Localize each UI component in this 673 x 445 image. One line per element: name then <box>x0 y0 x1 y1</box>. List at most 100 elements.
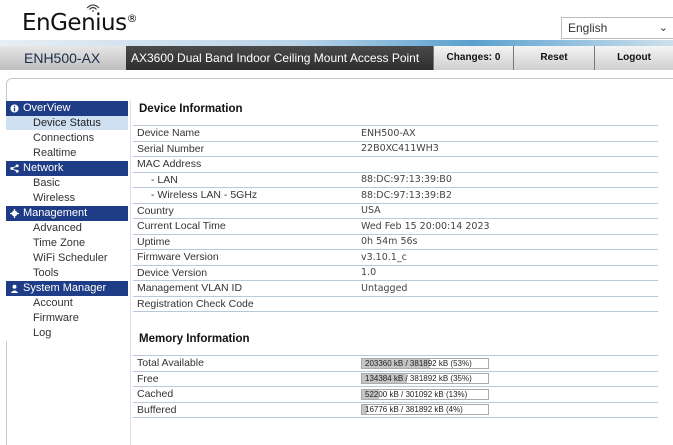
sidebar-item-time-zone[interactable]: Time Zone <box>6 236 128 251</box>
memory-info-label: Cached <box>133 386 357 403</box>
device-info-row: Current Local Time Wed Feb 15 20:00:14 20… <box>133 218 658 235</box>
sidebar-item-account[interactable]: Account <box>6 296 128 311</box>
device-info-value: 88:DC:97:13:39:B0 <box>357 172 658 188</box>
language-select[interactable]: English ⌄ <box>561 17 673 39</box>
memory-info-value: 134384 kB / 381892 kB (35%) <box>357 371 658 387</box>
memory-information-table: Total Available 203360 kB / 381892 kB (53… <box>133 355 658 418</box>
memory-info-row: Free 134384 kB / 381892 kB (35%) <box>133 371 658 387</box>
product-description: AX3600 Dual Band Indoor Ceiling Mount Ac… <box>131 51 420 65</box>
device-info-value: ENH500-AX <box>357 125 658 142</box>
memory-usage-text: 16776 kB / 381892 kB (4%) <box>365 405 463 415</box>
sidebar-divider <box>130 100 131 445</box>
navbar: ENH500-AX AX3600 Dual Band Indoor Ceilin… <box>0 46 673 70</box>
sidebar-item-wifi-scheduler[interactable]: WiFi Scheduler <box>6 251 128 266</box>
memory-usage-bar: 52200 kB / 301092 kB (13%) <box>361 388 489 400</box>
device-info-label: MAC Address <box>133 156 357 173</box>
chevron-down-icon: ⌄ <box>658 22 668 34</box>
wifi-icon <box>86 4 100 12</box>
sidebar-section-management[interactable]: Management <box>6 206 128 221</box>
share-icon <box>10 164 19 173</box>
sidebar-section-network[interactable]: Network <box>6 161 128 176</box>
memory-usage-bar: 134384 kB / 381892 kB (35%) <box>361 373 489 385</box>
registered-mark: ® <box>126 12 138 25</box>
device-info-label: Serial Number <box>133 141 357 157</box>
device-info-value: USA <box>357 203 658 219</box>
sidebar-item-basic[interactable]: Basic <box>6 176 128 191</box>
memory-info-row: Total Available 203360 kB / 381892 kB (53… <box>133 355 658 372</box>
memory-information-title: Memory Information <box>139 333 250 345</box>
sidebar-item-tools[interactable]: Tools <box>6 266 128 281</box>
memory-info-label: Free <box>133 371 357 387</box>
device-info-row: Uptime 0h 54m 56s <box>133 234 658 250</box>
device-info-row: Device Name ENH500-AX <box>133 125 658 142</box>
device-info-label: - LAN <box>133 172 357 188</box>
logo-text: EnGenius <box>22 10 127 36</box>
user-icon <box>10 284 19 293</box>
memory-info-value: 16776 kB / 381892 kB (4%) <box>357 402 658 418</box>
sidebar-item-realtime[interactable]: Realtime <box>6 146 128 161</box>
device-information-table: Device Name ENH500-AX Serial Number 22B0XC4… <box>133 125 658 312</box>
sidebar-section-label: OverView <box>23 102 71 114</box>
main-content: Device Information Device Name ENH500-AX S… <box>133 101 658 418</box>
sidebar-item-advanced[interactable]: Advanced <box>6 221 128 236</box>
device-info-value: 22B0XC411WH3 <box>357 141 658 157</box>
memory-usage-bar: 203360 kB / 381892 kB (53%) <box>361 357 489 369</box>
device-info-value: 88:DC:97:13:39:B2 <box>357 187 658 204</box>
device-info-row: Device Version 1.0 <box>133 265 658 281</box>
device-info-row: MAC Address <box>133 156 658 173</box>
info-icon <box>10 104 19 113</box>
device-info-value <box>357 296 658 312</box>
engenius-logo: EnGenius® <box>22 4 138 36</box>
memory-usage-bar: 16776 kB / 381892 kB (4%) <box>361 404 489 416</box>
language-selected-value: English <box>568 21 608 35</box>
device-info-label: - Wireless LAN - 5GHz <box>133 187 357 204</box>
sidebar: OverView Device Status Connections Realt… <box>6 101 128 341</box>
device-info-label: Firmware Version <box>133 249 357 266</box>
memory-info-value: 203360 kB / 381892 kB (53%) <box>357 355 658 372</box>
device-info-label: Country <box>133 203 357 219</box>
device-info-value: 1.0 <box>357 265 658 281</box>
device-info-row: Registration Check Code <box>133 296 658 312</box>
device-info-value <box>357 156 658 173</box>
device-info-row: - LAN 88:DC:97:13:39:B0 <box>133 172 658 188</box>
device-info-row: Country USA <box>133 203 658 219</box>
device-info-value: 0h 54m 56s <box>357 234 658 250</box>
device-info-label: Device Version <box>133 265 357 281</box>
sidebar-item-wireless[interactable]: Wireless <box>6 191 128 206</box>
sidebar-section-system-manager[interactable]: System Manager <box>6 281 128 296</box>
gear-icon <box>10 209 19 218</box>
model-name: ENH500-AX <box>0 46 126 70</box>
changes-button[interactable]: Changes: 0 <box>433 46 513 70</box>
memory-usage-text: 203360 kB / 381892 kB (53%) <box>365 358 472 368</box>
sidebar-item-connections[interactable]: Connections <box>6 131 128 146</box>
device-info-value: Untagged <box>357 280 658 297</box>
reset-button[interactable]: Reset <box>513 46 594 70</box>
sidebar-section-label: Network <box>23 162 64 174</box>
sidebar-item-firmware[interactable]: Firmware <box>6 311 128 326</box>
device-info-row: Serial Number 22B0XC411WH3 <box>133 141 658 157</box>
device-info-value: Wed Feb 15 20:00:14 2023 <box>357 218 658 235</box>
memory-info-value: 52200 kB / 301092 kB (13%) <box>357 386 658 403</box>
device-info-row: Firmware Version v3.10.1_c <box>133 249 658 266</box>
device-info-label: Current Local Time <box>133 218 357 235</box>
memory-usage-text: 52200 kB / 301092 kB (13%) <box>365 389 468 399</box>
sidebar-item-device-status[interactable]: Device Status <box>6 116 128 131</box>
memory-info-row: Buffered 16776 kB / 381892 kB (4%) <box>133 402 658 418</box>
memory-usage-text: 134384 kB / 381892 kB (35%) <box>365 374 472 384</box>
device-info-label: Device Name <box>133 125 357 142</box>
device-info-label: Management VLAN ID <box>133 280 357 297</box>
logout-button[interactable]: Logout <box>594 46 673 70</box>
sidebar-item-log[interactable]: Log <box>6 326 128 341</box>
memory-info-label: Total Available <box>133 355 357 372</box>
sidebar-section-label: Management <box>23 207 88 219</box>
device-info-value: v3.10.1_c <box>357 249 658 266</box>
sidebar-section-label: System Manager <box>23 282 107 294</box>
memory-info-row: Cached 52200 kB / 301092 kB (13%) <box>133 386 658 403</box>
device-information-title: Device Information <box>139 103 243 115</box>
device-info-label: Uptime <box>133 234 357 250</box>
device-info-row: - Wireless LAN - 5GHz 88:DC:97:13:39:B2 <box>133 187 658 204</box>
device-info-label: Registration Check Code <box>133 296 357 312</box>
sidebar-section-overview[interactable]: OverView <box>6 101 128 116</box>
memory-info-label: Buffered <box>133 402 357 418</box>
device-info-row: Management VLAN ID Untagged <box>133 280 658 297</box>
